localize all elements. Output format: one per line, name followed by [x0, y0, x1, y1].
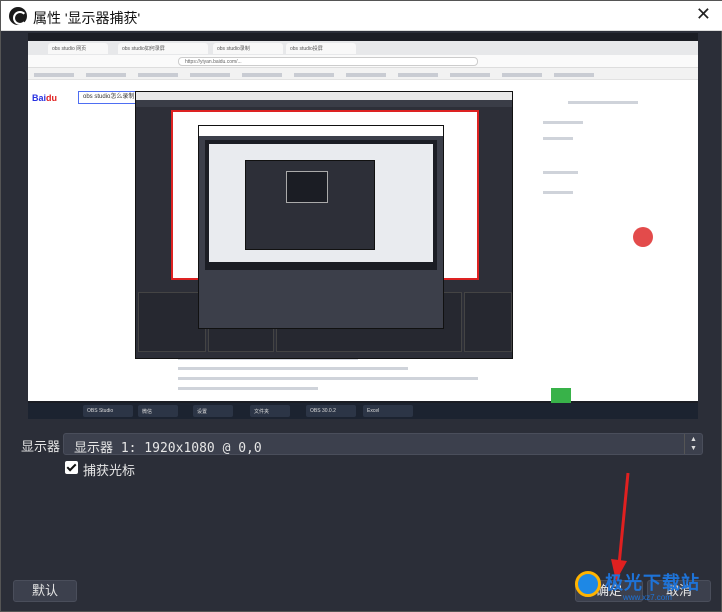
preview-taskbar-item: 设置	[193, 405, 233, 417]
chevron-updown-icon: ▲ ▼	[684, 434, 702, 454]
source-preview: obs studio 网页 obs studio如何录屏 obs studio录…	[28, 33, 698, 419]
preview-browser-window: obs studio 网页 obs studio如何录屏 obs studio录…	[28, 41, 698, 401]
preview-red-badge	[633, 227, 653, 247]
baidu-logo: Baidu	[32, 93, 58, 103]
defaults-button[interactable]: 默认	[13, 580, 77, 602]
capture-cursor-label: 捕获光标	[83, 463, 136, 478]
preview-tab: obs studio如何录屏	[118, 43, 208, 54]
watermark-url: www.xz7.com	[623, 593, 672, 602]
preview-tab: obs studio 网页	[48, 43, 108, 54]
preview-bookmarks-bar	[28, 68, 698, 80]
preview-taskbar-item: 文件夹	[250, 405, 290, 417]
display-select[interactable]: 显示器 1: 1920x1080 @ 0,0 ▲ ▼	[63, 433, 703, 456]
window-title: 属性 '显示器捕获'	[33, 10, 141, 26]
watermark-logo-icon	[575, 571, 601, 597]
title-bar: 属性 '显示器捕获' ✕	[1, 1, 722, 31]
watermark-text: 极光下载站	[605, 573, 700, 593]
preview-url: https://yiyan.baidu.com/...	[178, 57, 478, 66]
preview-tab: obs studio投屏	[286, 43, 356, 54]
close-icon[interactable]: ✕	[696, 4, 711, 25]
watermark: 极光下载站 www.xz7.com	[571, 561, 721, 611]
preview-tab-strip: obs studio 网页 obs studio如何录屏 obs studio录…	[28, 41, 698, 55]
preview-tab: obs studio录制	[213, 43, 283, 54]
display-select-value: 显示器 1: 1920x1080 @ 0,0	[74, 441, 262, 456]
preview-taskbar-item: Excel	[363, 405, 413, 417]
properties-dialog: 属性 '显示器捕获' ✕ obs studio 网页 obs studio如何录…	[0, 0, 722, 612]
preview-taskbar-item: OBS 30.0.2	[306, 405, 356, 417]
preview-obs-nested-window	[198, 125, 444, 329]
display-label: 显示器	[21, 439, 61, 454]
preview-address-bar: https://yiyan.baidu.com/...	[28, 55, 698, 68]
capture-cursor-checkbox[interactable]	[65, 461, 78, 474]
preview-taskbar-item: 微信	[138, 405, 178, 417]
preview-taskbar: OBS Studio 微信 设置 文件夹 OBS 30.0.2 Excel	[28, 403, 698, 419]
obs-logo-icon	[9, 7, 27, 25]
preview-taskbar-item: OBS Studio	[83, 405, 133, 417]
